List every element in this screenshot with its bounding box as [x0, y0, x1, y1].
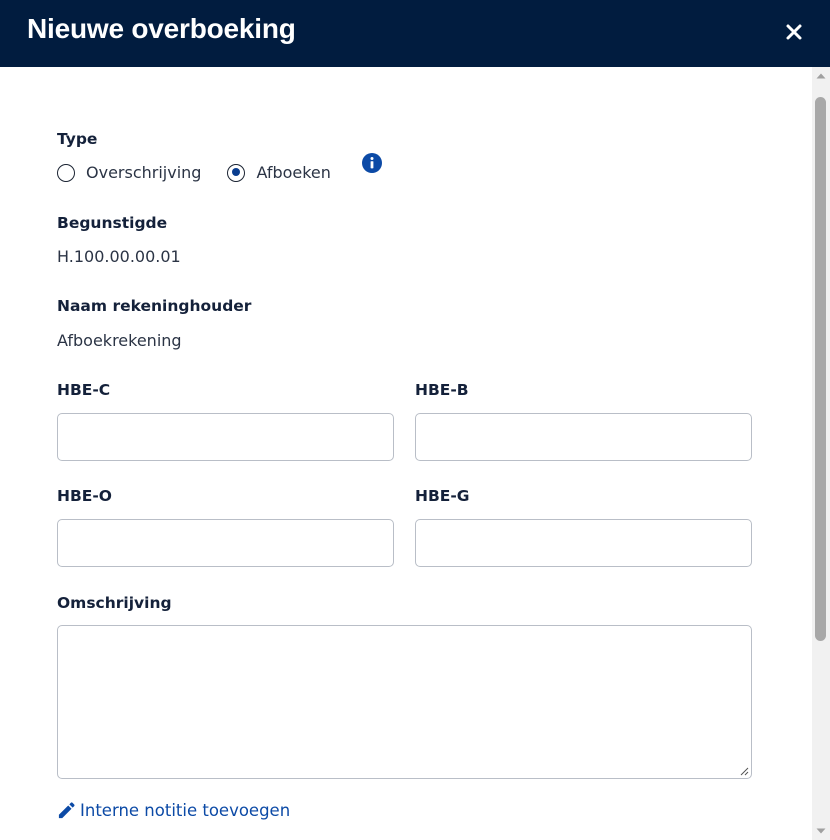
arrow-down-icon: [816, 828, 826, 834]
hbe-c-label: HBE-C: [57, 381, 111, 399]
scroll-thumb[interactable]: [815, 97, 826, 641]
radio-label-afboeken: Afboeken: [256, 163, 331, 182]
add-internal-note-label: Interne notitie toevoegen: [80, 801, 291, 820]
beneficiary-value: H.100.00.00.01: [57, 247, 181, 266]
hbe-c-input[interactable]: [57, 413, 394, 461]
radio-option-afboeken[interactable]: Afboeken: [227, 163, 331, 182]
close-icon: [786, 24, 802, 40]
hbe-g-label: HBE-G: [415, 487, 470, 505]
resize-grip-icon[interactable]: [739, 766, 749, 776]
arrow-up-icon: [816, 73, 826, 79]
modal-body: Type Overschrijving Afboeken Begunstigde…: [0, 67, 812, 840]
type-label: Type: [57, 130, 98, 148]
hbe-g-input[interactable]: [415, 519, 752, 567]
transfer-modal: Nieuwe overboeking Type Overschrijving A…: [0, 0, 830, 840]
beneficiary-label: Begunstigde: [57, 214, 168, 232]
close-button[interactable]: [784, 22, 804, 42]
description-textarea[interactable]: [57, 625, 752, 779]
type-radio-group: Overschrijving Afboeken: [57, 163, 357, 182]
hbe-o-label: HBE-O: [57, 487, 112, 505]
scroll-down-button[interactable]: [812, 822, 830, 840]
modal-header: Nieuwe overboeking: [0, 0, 830, 67]
radio-option-overschrijving[interactable]: Overschrijving: [57, 163, 201, 182]
scroll-up-button[interactable]: [812, 67, 830, 85]
modal-title: Nieuwe overboeking: [27, 13, 296, 44]
radio-overschrijving[interactable]: [57, 163, 75, 182]
hbe-b-label: HBE-B: [415, 381, 469, 399]
account-holder-label: Naam rekeninghouder: [57, 297, 252, 315]
account-holder-value: Afboekrekening: [57, 331, 182, 350]
hbe-b-input[interactable]: [415, 413, 752, 461]
hbe-o-input[interactable]: [57, 519, 394, 567]
vertical-scrollbar[interactable]: [812, 67, 830, 840]
radio-label-overschrijving: Overschrijving: [86, 163, 202, 182]
add-internal-note-link[interactable]: Interne notitie toevoegen: [57, 801, 290, 820]
description-label: Omschrijving: [57, 594, 172, 612]
pencil-icon: [58, 802, 75, 819]
info-icon[interactable]: [362, 153, 382, 173]
radio-afboeken[interactable]: [227, 163, 246, 182]
